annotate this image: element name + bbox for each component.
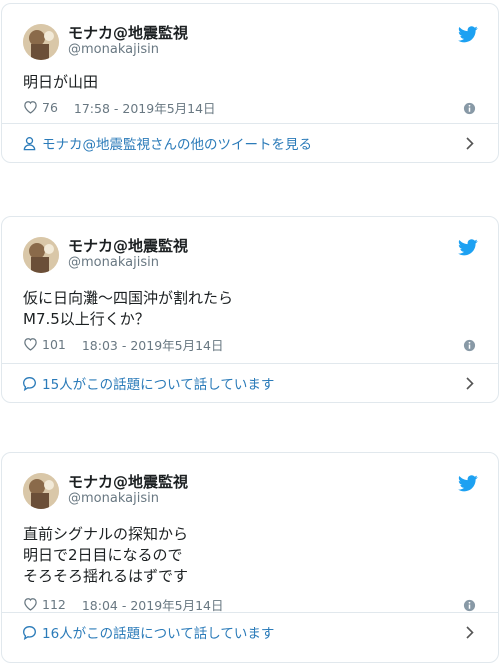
tweet-text-line: 直前シグナルの探知から [23, 525, 189, 543]
reply-bubble-icon [23, 376, 36, 391]
tweet-text: 明日が山田 [23, 72, 98, 93]
tweet-card: モナカ@地震監視 @monakajisin 直前シグナルの探知から 明日で2日目… [1, 452, 499, 663]
avatar[interactable] [23, 24, 59, 60]
display-name[interactable]: モナカ@地震監視 [68, 235, 188, 256]
like-count[interactable]: 101 [42, 337, 66, 352]
tweet-text-line: M7.5以上行くか？ [23, 310, 150, 328]
footer-label: モナカ@地震監視さんの他のツイートを見る [42, 137, 312, 153]
tweet-text-line: 仮に日向灘～四国沖が割れたら [23, 289, 234, 307]
timestamp[interactable]: 17:58 - 2019年5月14日 [74, 98, 216, 117]
display-name[interactable]: モナカ@地震監視 [68, 22, 188, 43]
tweet-text-line: そろそろ揺れるはずです [23, 567, 189, 585]
tweet-text: 仮に日向灘～四国沖が割れたら M7.5以上行くか？ [23, 288, 233, 330]
avatar[interactable] [23, 237, 59, 273]
timestamp[interactable]: 18:03 - 2019年5月14日 [82, 335, 224, 354]
chevron-right-icon [466, 626, 474, 639]
heart-icon[interactable] [23, 100, 38, 114]
user-handle[interactable]: @monakajisin [68, 42, 159, 57]
like-count[interactable]: 76 [42, 100, 58, 115]
timestamp[interactable]: 18:04 - 2019年5月14日 [82, 595, 224, 614]
footer-label: 16人がこの話題について話しています [42, 626, 275, 642]
more-tweets-link[interactable]: モナカ@地震監視さんの他のツイートを見る [2, 123, 498, 162]
info-icon[interactable] [463, 102, 476, 115]
tweet-header: モナカ@地震監視 @monakajisin [2, 453, 498, 509]
tweet-meta: 76 17:58 - 2019年5月14日 [23, 98, 216, 116]
tweet-header: モナカ@地震監視 @monakajisin [2, 4, 498, 60]
tweet-text-line: 明日が山田 [23, 73, 99, 91]
display-name[interactable]: モナカ@地震監視 [68, 471, 188, 492]
conversation-link[interactable]: 15人がこの話題について話しています [2, 363, 498, 402]
tweet-meta: 112 18:04 - 2019年5月14日 [23, 595, 224, 613]
info-icon[interactable] [463, 599, 476, 612]
tweet-card: モナカ@地震監視 @monakajisin 明日が山田 76 17:58 - 2… [1, 3, 499, 163]
user-handle[interactable]: @monakajisin [68, 491, 159, 506]
twitter-bird-icon[interactable] [458, 26, 478, 43]
avatar[interactable] [23, 473, 59, 509]
conversation-link[interactable]: 16人がこの話題について話しています [2, 612, 498, 651]
twitter-bird-icon[interactable] [458, 239, 478, 256]
heart-icon[interactable] [23, 337, 38, 351]
chevron-right-icon [466, 137, 474, 150]
person-icon [23, 136, 36, 150]
tweet-text: 直前シグナルの探知から 明日で2日目になるので そろそろ揺れるはずです [23, 524, 188, 587]
tweet-text-line: 明日で2日目になるので [23, 546, 183, 564]
tweet-card: モナカ@地震監視 @monakajisin 仮に日向灘～四国沖が割れたら M7.… [1, 216, 499, 403]
info-icon[interactable] [463, 339, 476, 352]
reply-bubble-icon [23, 625, 36, 640]
twitter-bird-icon[interactable] [458, 475, 478, 492]
user-handle[interactable]: @monakajisin [68, 255, 159, 270]
tweet-meta: 101 18:03 - 2019年5月14日 [23, 335, 224, 353]
like-count[interactable]: 112 [42, 597, 66, 612]
footer-label: 15人がこの話題について話しています [42, 377, 275, 393]
chevron-right-icon [466, 377, 474, 390]
tweet-header: モナカ@地震監視 @monakajisin [2, 217, 498, 273]
heart-icon[interactable] [23, 597, 38, 611]
